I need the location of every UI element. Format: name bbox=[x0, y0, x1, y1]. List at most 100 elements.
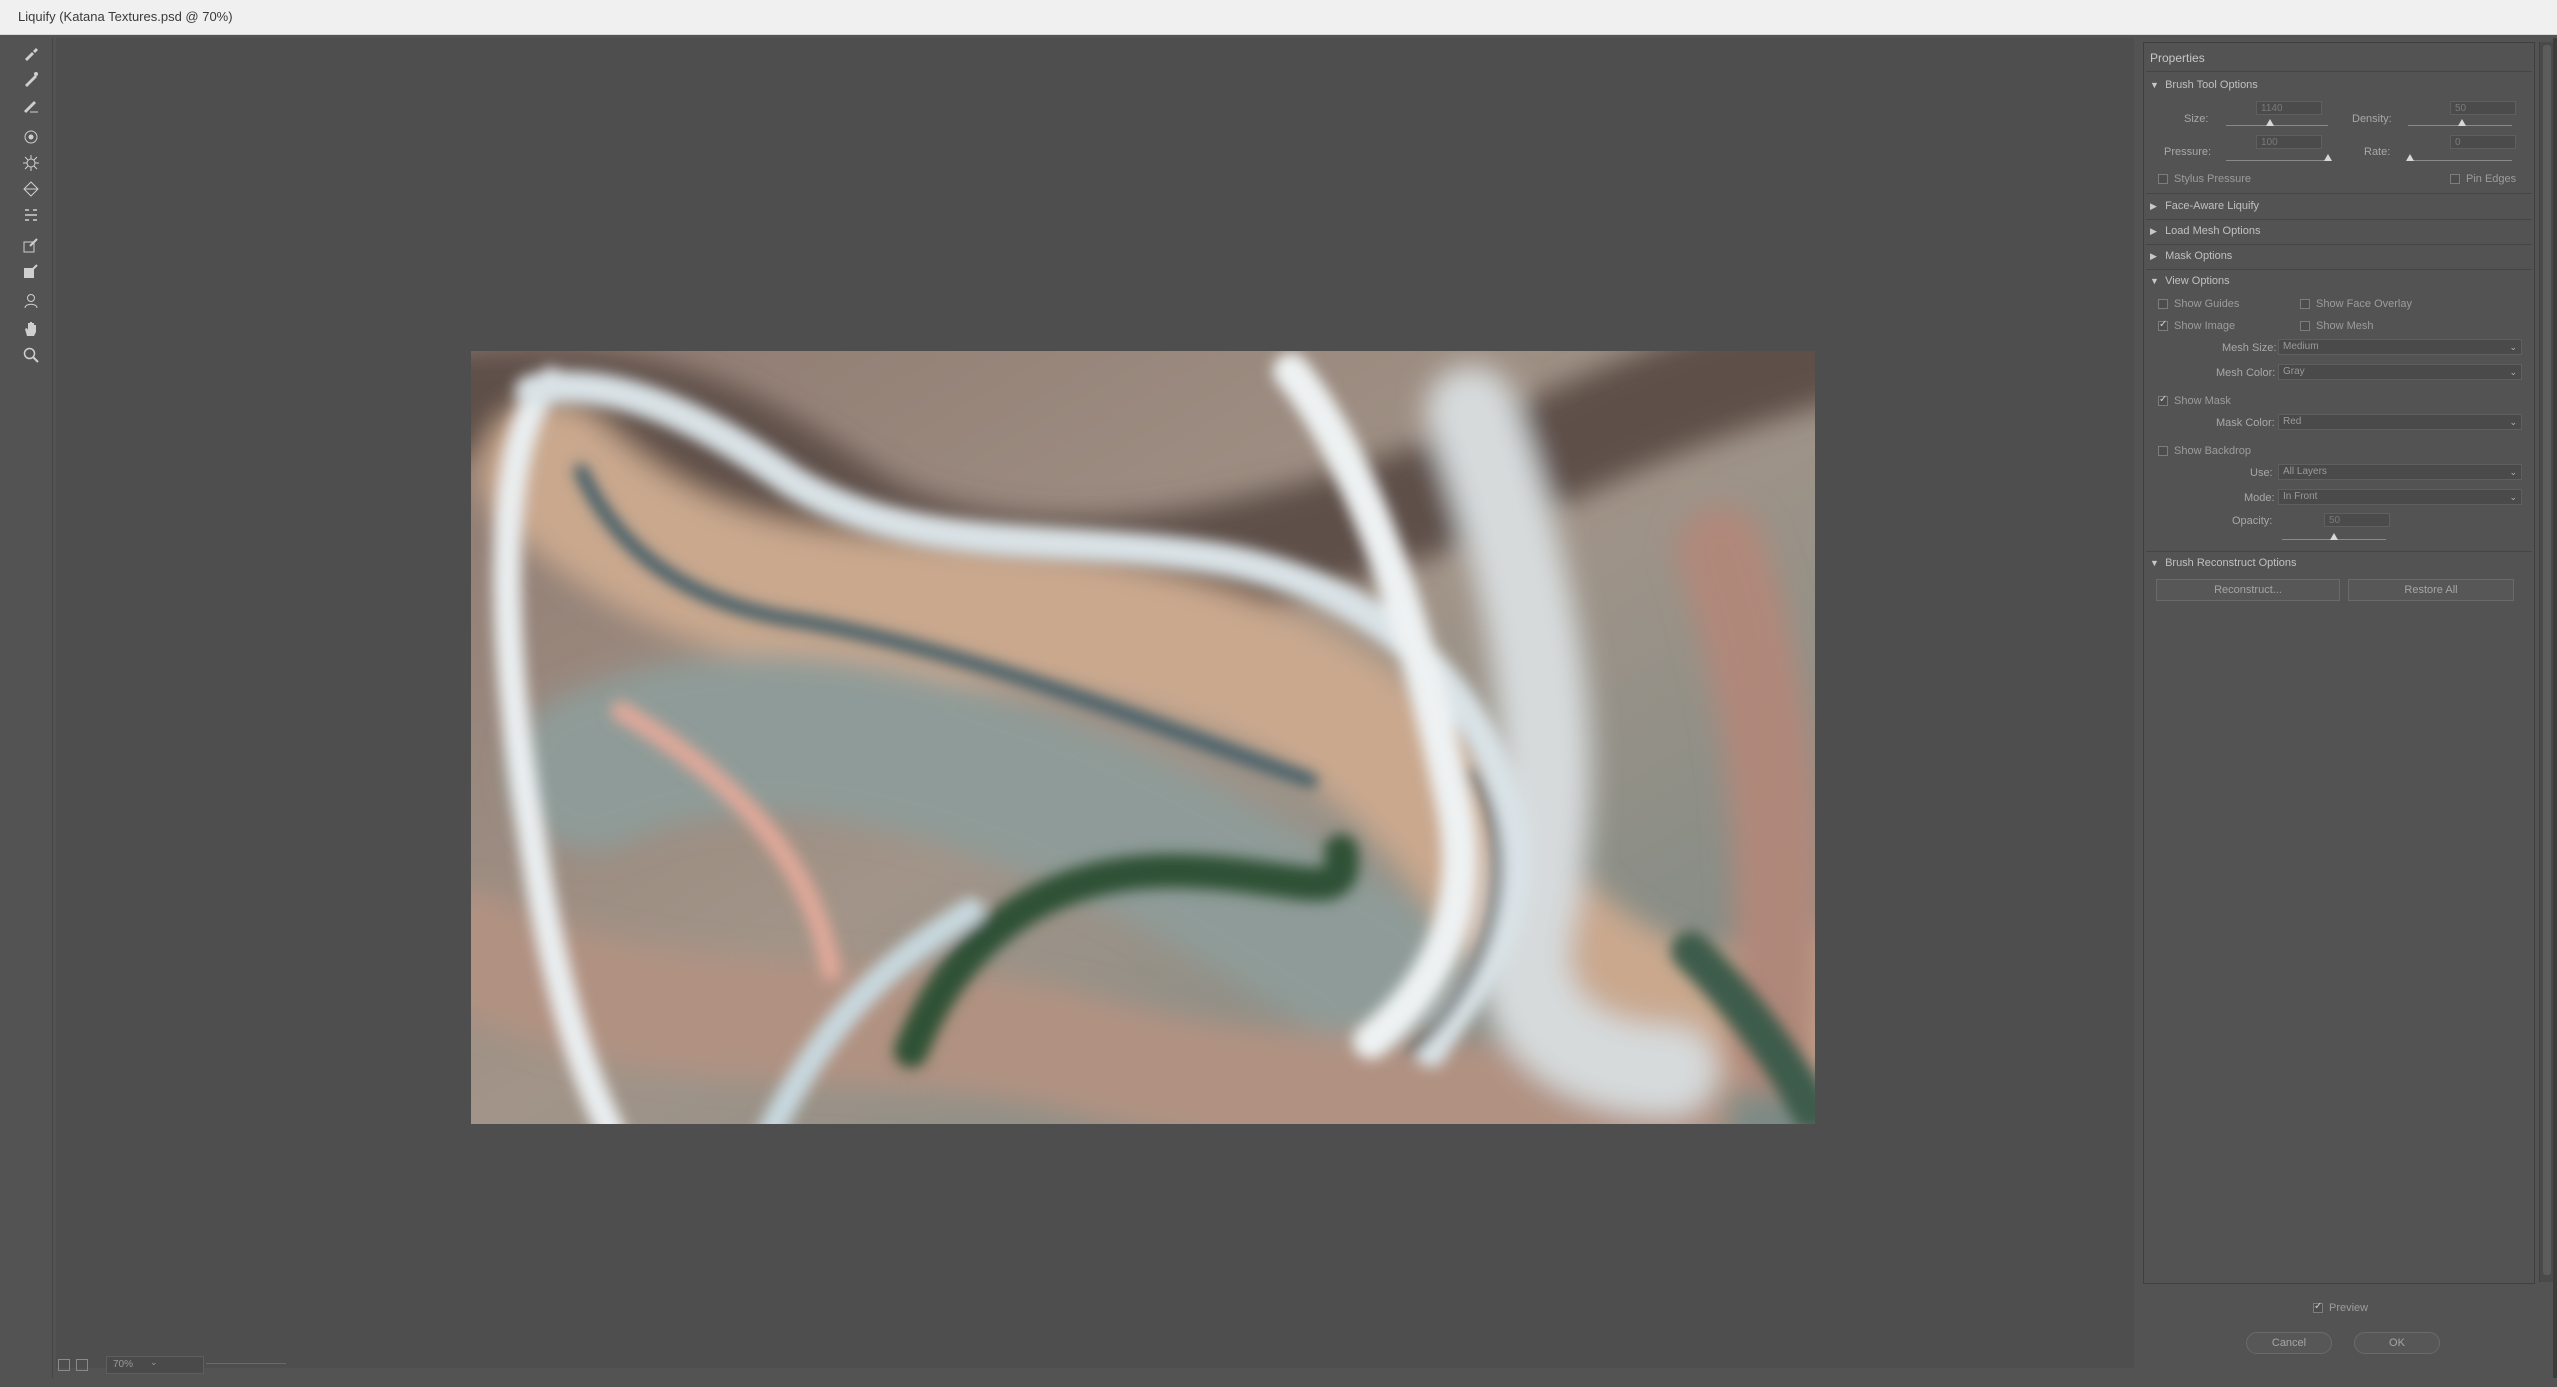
section-label: Brush Tool Options bbox=[2165, 79, 2258, 91]
canvas-area[interactable] bbox=[56, 38, 2134, 1368]
show-guides-checkbox[interactable]: Show Guides bbox=[2158, 298, 2239, 310]
forward-warp-tool-icon[interactable] bbox=[18, 42, 44, 64]
checkbox-label: Pin Edges bbox=[2466, 173, 2517, 185]
checkbox-label: Show Guides bbox=[2174, 298, 2240, 310]
tool-bar bbox=[8, 38, 53, 1378]
opacity-slider-thumb[interactable] bbox=[2330, 533, 2338, 540]
size-label: Size: bbox=[2184, 113, 2209, 125]
checkbox-box[interactable] bbox=[2300, 321, 2310, 331]
divider bbox=[2146, 269, 2532, 270]
density-slider-thumb[interactable] bbox=[2458, 119, 2466, 126]
zoom-tool-icon[interactable] bbox=[18, 344, 44, 366]
collapsed-triangle-icon: ▶ bbox=[2150, 226, 2157, 236]
window-edge bbox=[2553, 38, 2557, 1378]
checkbox-label: Show Face Overlay bbox=[2316, 298, 2412, 310]
checkbox-label: Show Image bbox=[2174, 320, 2236, 332]
checkbox-label: Preview bbox=[2329, 1302, 2369, 1314]
chevron-down-icon: ⌄ bbox=[2509, 467, 2517, 477]
mode-label: Mode: bbox=[2244, 492, 2275, 504]
chevron-down-icon: ⌄ bbox=[2509, 417, 2517, 427]
checkbox-box[interactable] bbox=[2158, 446, 2168, 456]
density-field[interactable]: 50 bbox=[2450, 101, 2516, 115]
mesh-color-select[interactable]: Gray ⌄ bbox=[2278, 364, 2522, 380]
brush-tool-options-header[interactable]: ▼ Brush Tool Options bbox=[2150, 79, 2258, 91]
size-field[interactable]: 1140 bbox=[2256, 101, 2322, 115]
mesh-size-select[interactable]: Medium ⌄ bbox=[2278, 339, 2522, 355]
brush-reconstruct-options-header[interactable]: ▼ Brush Reconstruct Options bbox=[2150, 557, 2297, 569]
show-image-checkbox[interactable]: Show Image bbox=[2158, 319, 2236, 332]
thaw-mask-tool-icon[interactable] bbox=[18, 260, 44, 282]
checkbox-box[interactable] bbox=[2158, 174, 2168, 184]
select-value: In Front bbox=[2283, 491, 2318, 502]
checkbox-box[interactable] bbox=[2158, 299, 2168, 309]
load-mesh-options-header[interactable]: ▶ Load Mesh Options bbox=[2150, 225, 2260, 237]
pressure-label: Pressure: bbox=[2164, 146, 2212, 158]
pressure-slider-thumb[interactable] bbox=[2324, 154, 2332, 161]
section-label: Mask Options bbox=[2165, 250, 2233, 262]
preview-checkbox[interactable]: Preview bbox=[2313, 1301, 2369, 1314]
mask-color-select[interactable]: Red ⌄ bbox=[2278, 414, 2522, 430]
pressure-field[interactable]: 100 bbox=[2256, 135, 2322, 149]
pucker-tool-icon[interactable] bbox=[18, 152, 44, 174]
scrollbar-thumb[interactable] bbox=[2543, 45, 2551, 1275]
show-mask-checkbox[interactable]: Show Mask bbox=[2158, 394, 2231, 407]
document-image[interactable] bbox=[471, 351, 1815, 1124]
fit-view-icon[interactable] bbox=[58, 1359, 70, 1371]
show-backdrop-checkbox[interactable]: Show Backdrop bbox=[2158, 445, 2251, 457]
rate-slider-track[interactable] bbox=[2408, 160, 2512, 161]
cancel-button[interactable]: Cancel bbox=[2246, 1332, 2332, 1354]
restore-all-button[interactable]: Restore All bbox=[2348, 579, 2514, 601]
bloat-tool-icon[interactable] bbox=[18, 178, 44, 200]
checkbox-label: Show Backdrop bbox=[2174, 445, 2252, 457]
face-tool-icon[interactable] bbox=[18, 290, 44, 312]
checkbox-box[interactable] bbox=[2450, 174, 2460, 184]
checkbox-label: Show Mesh bbox=[2316, 320, 2374, 332]
opacity-field[interactable]: 50 bbox=[2324, 513, 2390, 527]
checkbox-box[interactable] bbox=[2300, 299, 2310, 309]
mesh-color-label: Mesh Color: bbox=[2216, 367, 2276, 379]
section-label: Load Mesh Options bbox=[2165, 225, 2261, 237]
view-options-header[interactable]: ▼ View Options bbox=[2150, 275, 2230, 287]
select-value: Medium bbox=[2283, 341, 2319, 352]
panel-scrollbar[interactable] bbox=[2539, 42, 2554, 1282]
mesh-size-label: Mesh Size: bbox=[2222, 342, 2277, 354]
twirl-tool-icon[interactable] bbox=[18, 126, 44, 148]
mask-options-header[interactable]: ▶ Mask Options bbox=[2150, 250, 2232, 262]
expanded-triangle-icon: ▼ bbox=[2150, 276, 2159, 286]
show-mesh-checkbox[interactable]: Show Mesh bbox=[2300, 320, 2373, 332]
show-face-overlay-checkbox[interactable]: Show Face Overlay bbox=[2300, 298, 2412, 310]
push-left-tool-icon[interactable] bbox=[18, 204, 44, 226]
rate-field[interactable]: 0 bbox=[2450, 135, 2516, 149]
select-value: Gray bbox=[2283, 366, 2305, 377]
pin-edges-checkbox[interactable]: Pin Edges bbox=[2450, 173, 2516, 185]
mode-select[interactable]: In Front ⌄ bbox=[2278, 489, 2522, 505]
smooth-tool-icon[interactable] bbox=[18, 94, 44, 116]
hand-tool-icon[interactable] bbox=[18, 318, 44, 340]
divider bbox=[2146, 219, 2532, 220]
checkbox-box[interactable] bbox=[2158, 394, 2168, 406]
size-slider-thumb[interactable] bbox=[2266, 119, 2274, 126]
ok-button[interactable]: OK bbox=[2354, 1332, 2440, 1354]
reconstruct-tool-icon[interactable] bbox=[18, 68, 44, 90]
chevron-down-icon: ⌄ bbox=[2509, 342, 2517, 352]
freeze-mask-tool-icon[interactable] bbox=[18, 234, 44, 256]
face-aware-liquify-header[interactable]: ▶ Face-Aware Liquify bbox=[2150, 200, 2259, 212]
divider bbox=[2146, 551, 2532, 552]
use-select[interactable]: All Layers ⌄ bbox=[2278, 464, 2522, 480]
checkbox-box[interactable] bbox=[2313, 1301, 2323, 1313]
actual-size-icon[interactable] bbox=[76, 1359, 88, 1371]
zoom-dropdown-icon[interactable]: ⌄ bbox=[150, 1357, 158, 1368]
stylus-pressure-checkbox[interactable]: Stylus Pressure bbox=[2158, 173, 2251, 185]
panel-title: Properties bbox=[2150, 51, 2205, 65]
section-label: Brush Reconstruct Options bbox=[2165, 557, 2297, 569]
window-title: Liquify (Katana Textures.psd @ 70%) bbox=[18, 9, 233, 24]
properties-panel: Properties ▼ Brush Tool Options Size: 11… bbox=[2143, 42, 2535, 1284]
checkbox-label: Show Mask bbox=[2174, 395, 2231, 407]
reconstruct-button[interactable]: Reconstruct... bbox=[2156, 579, 2340, 601]
pressure-slider-track[interactable] bbox=[2226, 160, 2328, 161]
rate-slider-thumb[interactable] bbox=[2406, 154, 2414, 161]
expanded-triangle-icon: ▼ bbox=[2150, 558, 2159, 568]
checkbox-box[interactable] bbox=[2158, 319, 2168, 331]
opacity-label: Opacity: bbox=[2232, 515, 2273, 527]
size-slider-track[interactable] bbox=[2226, 125, 2328, 126]
